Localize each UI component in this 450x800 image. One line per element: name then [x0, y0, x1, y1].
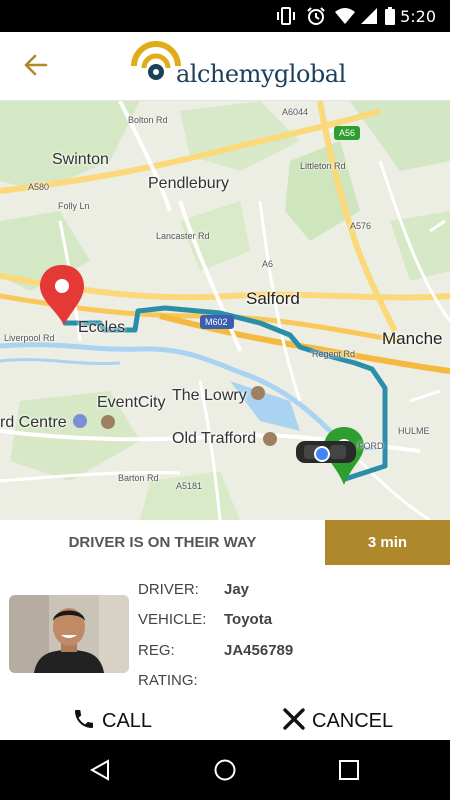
- reg-value: JA456789: [224, 642, 294, 659]
- map-label-ford: FORD: [358, 441, 384, 451]
- system-navigation-bar: [0, 740, 450, 800]
- road-label-regent-rd: Regent Rd: [312, 349, 356, 359]
- driver-photo: [9, 595, 129, 673]
- driver-card: DRIVER: Jay VEHICLE: Toyota REG: JA45678…: [0, 565, 450, 700]
- the-lowry-poi-icon: [251, 386, 265, 400]
- road-label-folly-ln: Folly Ln: [58, 201, 90, 211]
- status-bar: 5:20: [0, 0, 450, 32]
- map-label-pendlebury: Pendlebury: [148, 175, 229, 192]
- road-label-a576: A576: [350, 221, 372, 231]
- recents-nav-icon[interactable]: [338, 759, 360, 781]
- close-icon: [283, 708, 305, 730]
- rating-label: RATING:: [138, 672, 198, 689]
- alarm-icon: [307, 7, 325, 25]
- app-logo: alchemyglobal: [128, 38, 346, 94]
- reg-label: REG:: [138, 642, 175, 659]
- map-view[interactable]: Swinton Pendlebury Salford Manche Eccles…: [0, 101, 450, 520]
- vibrate-icon: [277, 7, 295, 25]
- map-label-old-trafford: Old Trafford: [172, 430, 257, 447]
- trip-status-text: DRIVER IS ON THEIR WAY: [68, 534, 257, 551]
- map-label-eventcity: EventCity: [97, 394, 166, 411]
- map-label-swinton: Swinton: [52, 151, 109, 168]
- road-label-a580: A580: [28, 182, 50, 192]
- driver-name: Jay: [224, 581, 250, 598]
- road-label-lancaster-rd: Lancaster Rd: [156, 231, 210, 241]
- road-label-liverpool-rd: Liverpool Rd: [4, 333, 55, 343]
- map-label-trafford-centre: rd Centre: [0, 414, 67, 431]
- road-label-a6: A6: [262, 259, 274, 269]
- vehicle-value: Toyota: [224, 611, 273, 628]
- road-label-a6044: A6044: [282, 107, 309, 117]
- eta-badge: 3 min: [325, 520, 450, 565]
- driver-label: DRIVER:: [138, 581, 199, 598]
- map-label-the-lowry: The Lowry: [172, 387, 247, 404]
- map-label-salford: Salford: [246, 289, 300, 308]
- call-button[interactable]: CALL: [72, 700, 152, 742]
- vehicle-label: VEHICLE:: [138, 611, 207, 628]
- road-label-barton-rd: Barton Rd: [118, 473, 159, 483]
- back-arrow-icon[interactable]: [22, 52, 48, 78]
- driver-avatar: [9, 595, 129, 673]
- shopping-poi-icon: [73, 414, 87, 428]
- phone-icon: [75, 710, 93, 728]
- battery-icon: [385, 7, 395, 25]
- map-label-eccles: Eccles: [78, 319, 126, 336]
- trip-status-bar: DRIVER IS ON THEIR WAY 3 min: [0, 520, 450, 565]
- logo-text: alchemyglobal: [176, 60, 346, 88]
- road-label-m602: M602: [205, 317, 228, 327]
- road-label-a56: A56: [339, 128, 356, 138]
- wifi-icon: [335, 8, 355, 24]
- app-bar: alchemyglobal: [0, 32, 450, 101]
- back-nav-icon[interactable]: [88, 758, 112, 782]
- cancel-button[interactable]: CANCEL: [282, 700, 393, 742]
- road-label-littleton-rd: Littleton Rd: [300, 161, 346, 171]
- call-label: CALL: [102, 710, 153, 732]
- map-label-manchester: Manche: [382, 329, 443, 348]
- signal-icon: [361, 8, 377, 24]
- status-time: 5:20: [400, 7, 436, 26]
- road-label-bolton-rd: Bolton Rd: [128, 115, 168, 125]
- old-trafford-poi-icon: [263, 432, 277, 446]
- road-label-a5181: A5181: [176, 481, 203, 491]
- map-label-hulme: HULME: [398, 426, 430, 436]
- cancel-label: CANCEL: [312, 710, 394, 732]
- home-nav-icon[interactable]: [213, 758, 237, 782]
- trafford-centre-poi-icon: [101, 415, 115, 429]
